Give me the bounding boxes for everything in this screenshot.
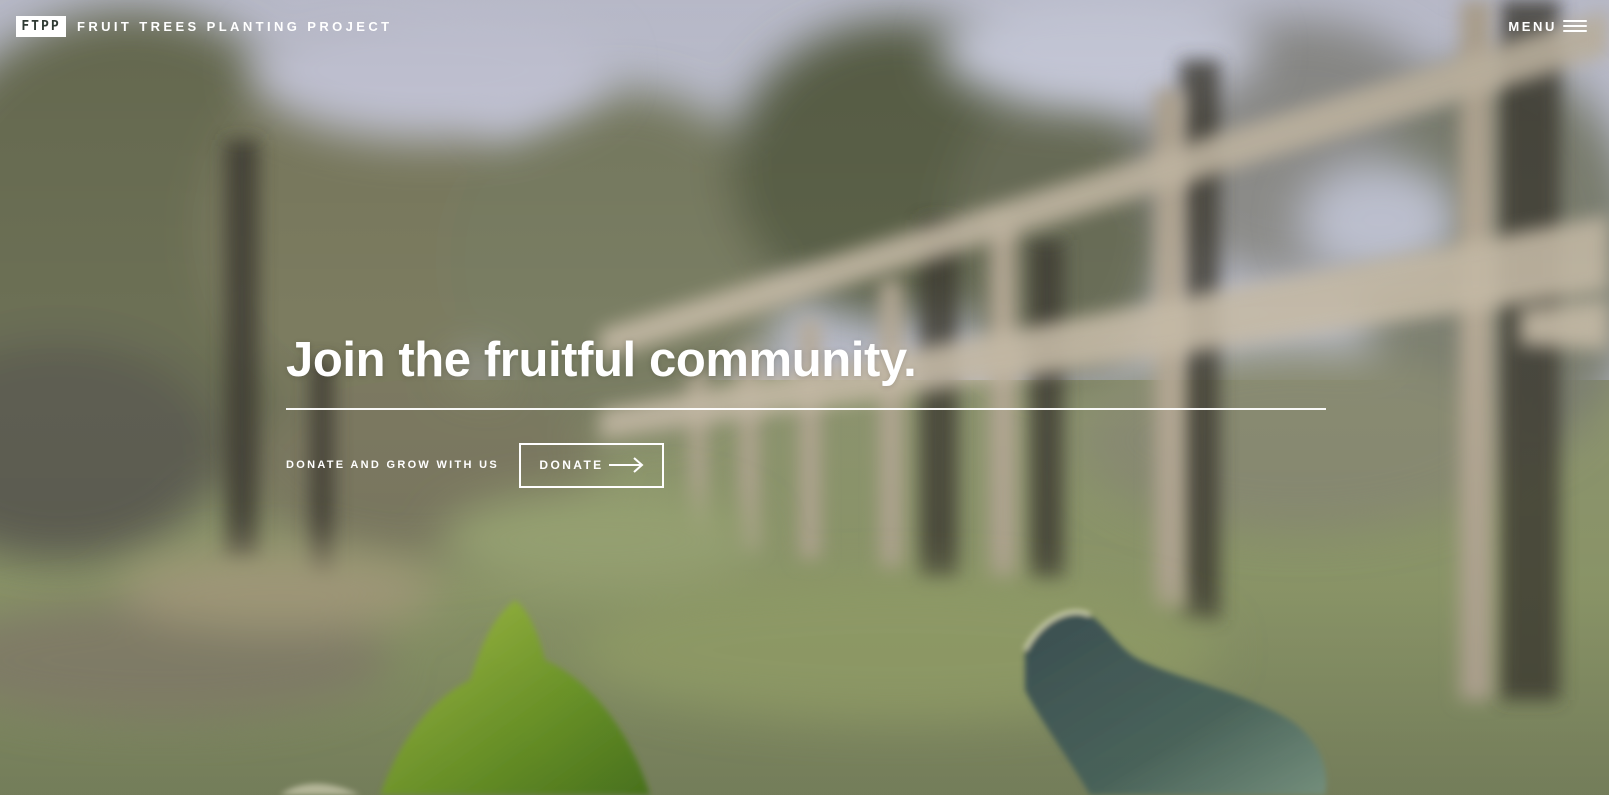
cta-text: DONATE AND GROW WITH US [286, 459, 499, 472]
brand-link[interactable]: FTPP FRUIT TREES PLANTING PROJECT [16, 15, 393, 37]
hamburger-icon [1563, 20, 1587, 32]
menu-label: MENU [1508, 18, 1557, 34]
hero-section: Join the fruitful community. DONATE AND … [286, 333, 1326, 488]
site-header: FTPP FRUIT TREES PLANTING PROJECT MENU [0, 0, 1609, 52]
donate-label: DONATE [539, 458, 604, 473]
brand-logo: FTPP [16, 15, 66, 37]
donate-button[interactable]: DONATE [519, 442, 664, 488]
arrow-right-icon [608, 457, 644, 474]
cta-row: DONATE AND GROW WITH US DONATE [286, 442, 1326, 488]
site-name: FRUIT TREES PLANTING PROJECT [77, 18, 393, 34]
hero-title: Join the fruitful community. [286, 333, 917, 387]
menu-button[interactable]: MENU [1508, 19, 1587, 34]
hero-divider [286, 407, 1326, 410]
